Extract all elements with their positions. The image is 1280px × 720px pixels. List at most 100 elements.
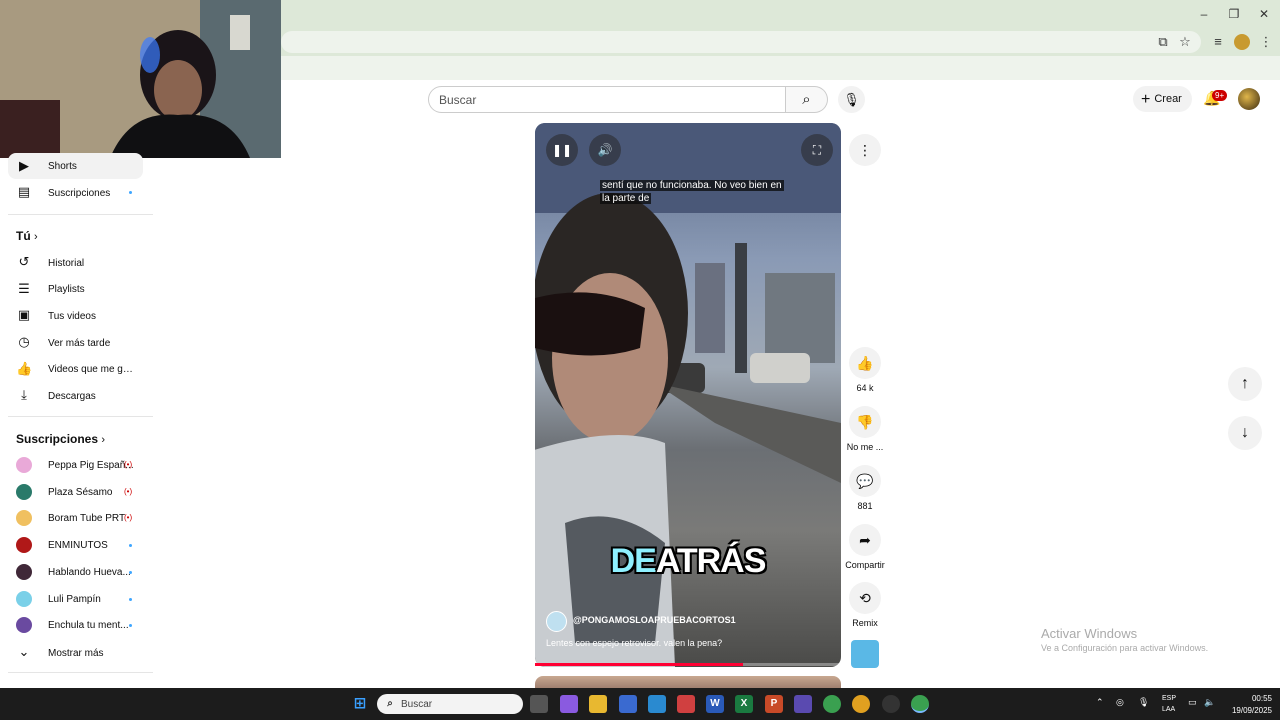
clock-date[interactable]: 19/09/2025	[1222, 706, 1272, 715]
next-short-preview[interactable]	[535, 676, 841, 688]
language-indicator[interactable]: ESP	[1162, 695, 1176, 702]
calculator-icon[interactable]	[619, 695, 637, 713]
tray-sync-icon[interactable]: ◎	[1116, 697, 1124, 708]
create-button[interactable]: + Crear	[1133, 86, 1192, 112]
video-caption: sentí que no funcionaba. No veo bien en …	[600, 179, 790, 205]
comments-button[interactable]: 💬	[849, 465, 881, 497]
fullscreen-button[interactable]: ⛶	[801, 134, 833, 166]
keyboard-layout-indicator[interactable]: LAA	[1162, 706, 1175, 713]
sidebar-item-liked-videos[interactable]: Videos que me gust...	[48, 364, 138, 375]
tray-overflow-icon[interactable]: ⌃	[1096, 697, 1104, 708]
watch-later-icon: ◷	[18, 334, 30, 349]
sidebar-item-playlists[interactable]: Playlists	[48, 284, 138, 295]
overlay-word: DE	[610, 542, 657, 580]
clipchamp-icon[interactable]	[794, 695, 812, 713]
liked-videos-icon: 👍	[16, 361, 33, 376]
network-icon[interactable]: ▭	[1188, 697, 1197, 708]
subscriptions-section-heading[interactable]: Suscripciones ›	[16, 432, 105, 446]
volume-icon: 🔊	[597, 143, 613, 157]
media-queue-icon[interactable]: ≡	[1210, 34, 1226, 50]
short-title[interactable]: Lentes con espejo retrovisor. valen la p…	[546, 638, 722, 648]
activate-windows-title: Activar Windows	[1041, 626, 1138, 641]
sidebar-item-your-videos[interactable]: Tus videos	[48, 311, 138, 322]
copilot-icon[interactable]	[560, 695, 578, 713]
next-short-button[interactable]: ↓	[1228, 416, 1262, 450]
channel-avatar[interactable]	[546, 611, 567, 632]
new-content-dot	[129, 598, 132, 601]
windows-taskbar	[0, 688, 1280, 720]
file-explorer-icon[interactable]	[589, 695, 607, 713]
downloads-icon: ⤓	[21, 387, 27, 402]
you-section-heading[interactable]: Tú ›	[16, 229, 38, 243]
chevron-right-icon: ›	[34, 231, 38, 243]
sidebar-subscription-item[interactable]: ENMINUTOS	[48, 540, 138, 551]
sidebar-item-label: Shorts	[48, 161, 77, 172]
install-app-icon[interactable]: ⧉	[1155, 34, 1171, 50]
search-button[interactable]: ⌕	[786, 86, 828, 113]
previous-short-button[interactable]: ↑	[1228, 367, 1262, 401]
excel-icon[interactable]: X	[735, 695, 753, 713]
bookmark-star-icon[interactable]: ☆	[1177, 34, 1193, 50]
live-indicator-icon: (•)	[124, 487, 133, 496]
notification-badge: 9+	[1212, 90, 1228, 101]
media-app-icon[interactable]	[677, 695, 695, 713]
sidebar-subscription-item[interactable]: Hablando Hueva...	[48, 567, 138, 578]
address-field[interactable]	[281, 31, 1201, 53]
new-content-dot	[129, 191, 132, 194]
voice-search-button[interactable]: 🎙	[838, 86, 865, 113]
create-label: Crear	[1154, 93, 1182, 105]
chrome-icon[interactable]	[823, 695, 841, 713]
sound-thumbnail[interactable]	[851, 640, 879, 668]
new-content-dot	[129, 571, 132, 574]
live-indicator-icon: (•)	[124, 460, 133, 469]
remix-icon: ⟲	[859, 590, 871, 606]
sidebar-item-watch-later[interactable]: Ver más tarde	[48, 338, 138, 349]
maximize-icon[interactable]: ❐	[1226, 6, 1242, 22]
chevron-right-icon: ›	[101, 434, 106, 446]
progress-fill	[535, 663, 744, 666]
your-videos-icon: ▣	[17, 307, 31, 322]
profile-avatar-icon[interactable]	[1234, 34, 1250, 50]
sidebar-item-history[interactable]: Historial	[48, 258, 138, 269]
user-avatar[interactable]	[1238, 88, 1260, 110]
minimize-icon[interactable]: –	[1196, 6, 1212, 22]
windows-start-icon[interactable]: ⊞	[351, 695, 369, 713]
sidebar-item-downloads[interactable]: Descargas	[48, 391, 138, 402]
remix-button[interactable]: ⟲	[849, 582, 881, 614]
task-view-icon[interactable]	[530, 695, 548, 713]
dislike-button[interactable]: 👎	[849, 406, 881, 438]
powerpoint-icon[interactable]: P	[765, 695, 783, 713]
more-vert-icon: ⋮	[858, 142, 872, 158]
search-input[interactable]	[428, 86, 786, 113]
history-icon: ↺	[18, 254, 30, 269]
close-icon[interactable]: ✕	[1256, 6, 1272, 22]
notes-app-icon[interactable]	[648, 695, 666, 713]
webcam-overlay	[0, 0, 281, 158]
subscriptions-icon: ▤	[17, 184, 31, 199]
browser-menu-icon[interactable]: ⋮	[1258, 34, 1274, 50]
sidebar-subscription-item[interactable]: Enchula tu ment...	[48, 620, 138, 631]
activate-windows-subtitle: Ve a Configuración para activar Windows.	[1041, 643, 1209, 653]
sidebar-item-label: Suscripciones	[48, 188, 111, 199]
volume-button[interactable]: 🔊	[589, 134, 621, 166]
channel-name[interactable]: @PONGAMOSLOAPRUEBACORTOS1	[573, 615, 736, 625]
speaker-icon[interactable]: 🔈	[1204, 697, 1215, 708]
chrome-profile-icon[interactable]	[852, 695, 870, 713]
show-more-button[interactable]: Mostrar más	[48, 648, 138, 659]
obs-icon[interactable]	[882, 695, 900, 713]
more-options-button[interactable]: ⋮	[849, 134, 881, 166]
chrome-active-icon[interactable]	[911, 695, 929, 713]
sidebar-subscription-item[interactable]: Luli Pampín	[48, 594, 138, 605]
clock-time[interactable]: 00:55	[1240, 694, 1272, 703]
like-button[interactable]: 👍	[849, 347, 881, 379]
shorts-icon: ▶	[19, 158, 29, 173]
share-button[interactable]: ➦	[849, 524, 881, 556]
fullscreen-icon: ⛶	[812, 143, 822, 157]
video-progress-bar[interactable]	[535, 663, 841, 666]
microphone-tray-icon[interactable]: 🎙	[1138, 697, 1149, 708]
remix-label: Remix	[852, 618, 878, 628]
word-icon[interactable]: W	[706, 695, 724, 713]
dislike-label: No me ...	[846, 442, 884, 452]
pause-button[interactable]: ❚❚	[546, 134, 578, 166]
arrow-down-icon: ↓	[1241, 424, 1249, 441]
